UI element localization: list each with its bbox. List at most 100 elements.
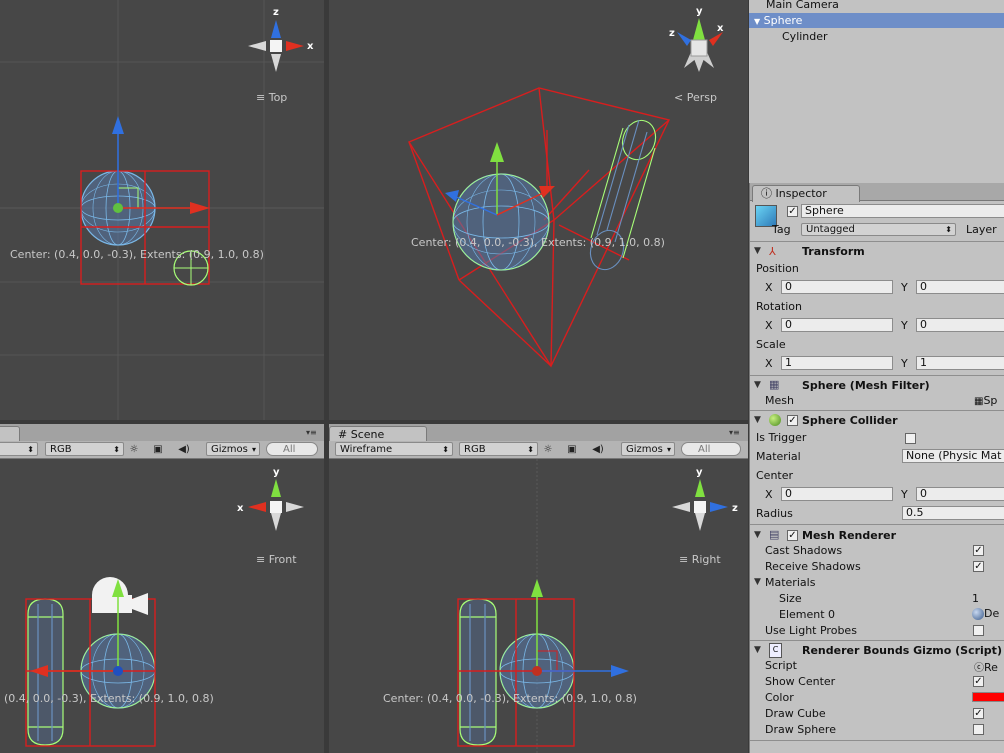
sphere-collider-title: Sphere Collider (802, 414, 898, 427)
lighting-icon[interactable]: ☼ (538, 442, 558, 457)
mesh-label: Mesh (765, 394, 794, 407)
gizmos-dropdown[interactable]: Gizmos ▾ (206, 442, 260, 456)
element0-field[interactable]: De (972, 607, 999, 620)
expand-arrow-icon[interactable]: ▼ (754, 17, 760, 26)
material-field[interactable]: None (Physic Mat (902, 449, 1004, 463)
orientation-gizmo-persp[interactable]: y z x (669, 6, 724, 72)
script-field[interactable]: ⓒRe (974, 659, 998, 674)
script-label: Script (765, 659, 797, 672)
radius-field[interactable]: 0.5 (902, 506, 1004, 520)
position-y-field[interactable]: 0 (916, 280, 1004, 294)
rotation-y-field[interactable]: 0 (916, 318, 1004, 332)
viewport-persp[interactable]: y z x < Persp Center: (0.4, 0.0, -0.3), … (329, 0, 748, 420)
svg-text:z: z (669, 28, 675, 39)
scale-x-field[interactable]: 1 (781, 356, 893, 370)
channel-dropdown-right[interactable]: RGB ⬍ (459, 442, 538, 456)
image-icon[interactable]: ▣ (562, 442, 582, 457)
lighting-icon[interactable]: ☼ (124, 442, 144, 457)
fold-arrow-icon[interactable]: ▼ (754, 380, 761, 390)
viewport-right[interactable]: y z ≡ Right Center: (0.4, 0.0, -0.3), Ex… (329, 459, 748, 753)
mesh-renderer-title: Mesh Renderer (802, 529, 897, 542)
hierarchy-item-sphere[interactable]: ▼ Sphere (749, 13, 1004, 28)
draw-cube-label: Draw Cube (765, 707, 826, 720)
active-checkbox[interactable]: ✓ (787, 206, 798, 217)
view-label-persp[interactable]: < Persp (674, 91, 717, 104)
persp-view-canvas: y z x (407, 6, 724, 368)
hierarchy-item-main-camera[interactable]: Main Camera (749, 0, 1004, 12)
viewport-front[interactable]: y x ≡ Front (0.4, 0.0, -0.3), Extents: (… (0, 459, 324, 753)
orientation-gizmo-right[interactable]: y z (672, 467, 738, 531)
sphere-collider-enabled-checkbox[interactable]: ✓ (787, 415, 798, 426)
mesh-renderer-icon: ▤ (769, 528, 780, 541)
center-y-label: Y (901, 488, 908, 501)
receive-shadows-checkbox[interactable]: ✓ (973, 561, 984, 572)
cylinder-wireframe-right[interactable] (459, 598, 497, 746)
image-icon[interactable]: ▣ (148, 442, 168, 457)
center-label: Center (756, 469, 794, 482)
channel-dropdown[interactable]: RGB ⬍ (45, 442, 124, 456)
scale-y-field[interactable]: 1 (916, 356, 1004, 370)
top-view-canvas: z x (0, 0, 324, 420)
rotation-y-label: Y (901, 319, 908, 332)
render-mode-dropdown[interactable]: ⬍ (0, 442, 38, 456)
rotation-x-label: X (765, 319, 773, 332)
svg-text:z: z (273, 7, 279, 18)
light-probes-checkbox[interactable] (973, 625, 984, 636)
grid-icon: # (338, 428, 348, 441)
panel-menu-icon[interactable]: ▾≡ (306, 428, 317, 437)
gizmos-dropdown-right[interactable]: Gizmos ▾ (621, 442, 675, 456)
color-swatch[interactable] (972, 692, 1004, 702)
viewport-top[interactable]: z x ≡ Top Center: (0.4, 0.0, -0.3), Exte… (0, 0, 324, 420)
search-input-right[interactable]: All (681, 442, 741, 456)
cast-shadows-checkbox[interactable]: ✓ (973, 545, 984, 556)
object-name-field[interactable]: Sphere (801, 204, 1004, 218)
right-view-canvas: y z (457, 459, 738, 753)
svg-text:x: x (717, 23, 724, 34)
position-x-label: X (765, 281, 773, 294)
size-field[interactable]: 1 (972, 592, 979, 605)
inspector-tabbar: ⓘ Inspector (750, 183, 1004, 202)
front-view-canvas: y x (25, 467, 304, 747)
right-tabbar: # Scene ▾≡ (329, 424, 748, 443)
fold-arrow-icon[interactable]: ▼ (754, 246, 761, 256)
sphere-wireframe-persp[interactable] (452, 173, 550, 271)
render-mode-dropdown-right[interactable]: Wireframe ⬍ (335, 442, 453, 456)
search-input[interactable]: All (266, 442, 318, 456)
audio-icon[interactable]: ◀) (588, 442, 608, 457)
script-file-icon: ⓒ (974, 663, 984, 674)
mesh-field[interactable]: ▦Sp (974, 394, 997, 407)
rotation-x-field[interactable]: 0 (781, 318, 893, 332)
bounds-readout-front: (0.4, 0.0, -0.3), Extents: (0.9, 1.0, 0.… (4, 692, 214, 705)
center-x-field[interactable]: 0 (781, 487, 893, 501)
show-center-label: Show Center (765, 675, 836, 688)
tag-dropdown[interactable]: Untagged ⬍ (801, 223, 956, 236)
draw-cube-checkbox[interactable]: ✓ (973, 708, 984, 719)
collider-icon (769, 414, 781, 426)
show-center-checkbox[interactable]: ✓ (973, 676, 984, 687)
draw-sphere-checkbox[interactable] (973, 724, 984, 735)
view-label-right[interactable]: ≡ Right (679, 553, 721, 566)
element0-label: Element 0 (779, 608, 836, 621)
layer-label: Layer (966, 223, 997, 236)
materials-label: Materials (765, 576, 816, 589)
script-icon: C (769, 643, 782, 658)
tab-inspector[interactable]: ⓘ Inspector (752, 185, 860, 202)
fold-arrow-icon[interactable]: ▼ (754, 577, 761, 587)
mesh-renderer-enabled-checkbox[interactable]: ✓ (787, 530, 798, 541)
orientation-gizmo-front[interactable]: y x (237, 467, 304, 531)
fold-arrow-icon[interactable]: ▼ (754, 415, 761, 425)
audio-icon[interactable]: ◀) (174, 442, 194, 457)
center-y-field[interactable]: 0 (916, 487, 1004, 501)
position-label: Position (756, 262, 799, 275)
position-x-field[interactable]: 0 (781, 280, 893, 294)
panel-menu-icon-right[interactable]: ▾≡ (729, 428, 740, 437)
view-label-top[interactable]: ≡ Top (256, 91, 287, 104)
rotation-label: Rotation (756, 300, 803, 313)
view-label-front[interactable]: ≡ Front (256, 553, 297, 566)
is-trigger-checkbox[interactable] (905, 433, 916, 444)
fold-arrow-icon[interactable]: ▼ (754, 530, 761, 540)
cylinder-wireframe-persp[interactable] (585, 116, 661, 275)
color-label: Color (765, 691, 794, 704)
hierarchy-item-cylinder[interactable]: Cylinder (749, 29, 1004, 44)
fold-arrow-icon[interactable]: ▼ (754, 645, 761, 655)
